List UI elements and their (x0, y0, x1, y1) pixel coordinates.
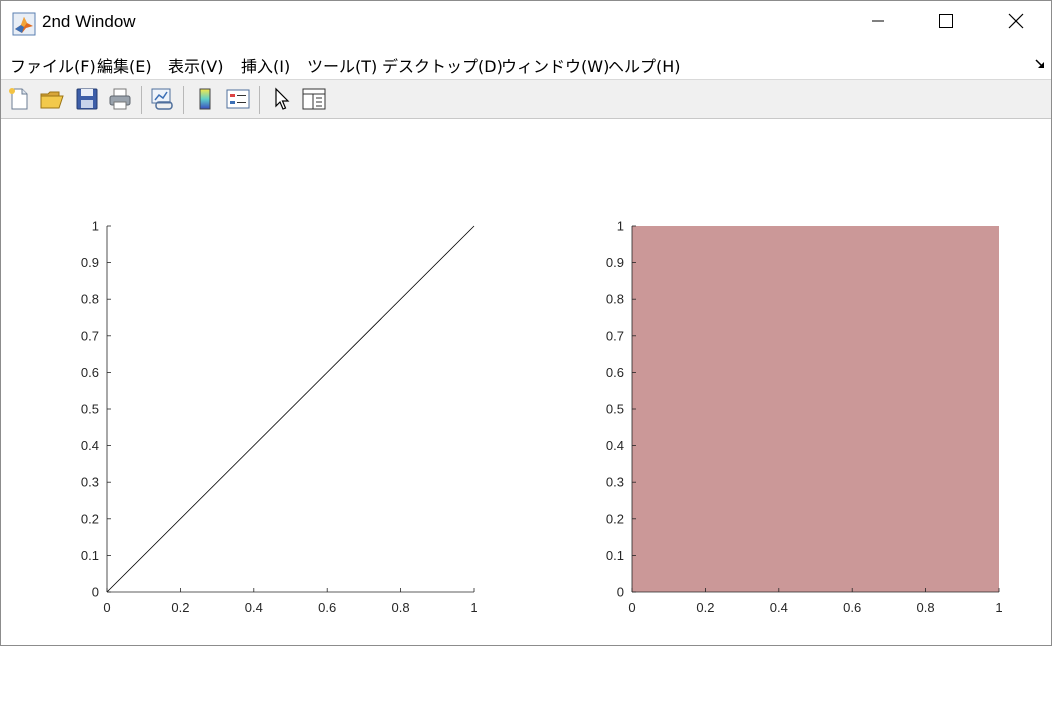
y-tick-label: 0.4 (81, 438, 99, 453)
figure-window: 2nd Window ファイル(F) 編集(E) 表示(V) 挿入(I) ツール… (0, 0, 1052, 646)
y-tick-label: 0.9 (606, 255, 624, 270)
close-icon (1007, 12, 1025, 34)
menu-help[interactable]: ヘルプ(H) (608, 53, 681, 77)
x-tick-label: 0.2 (696, 600, 714, 615)
menu-file[interactable]: ファイル(F) (10, 53, 96, 77)
menu-edit[interactable]: 編集(E) (97, 53, 152, 77)
area-series-0 (632, 226, 999, 592)
y-tick-label: 0.1 (81, 548, 99, 563)
y-tick-label: 1 (617, 219, 624, 234)
insert-legend-icon[interactable] (225, 86, 251, 112)
menu-tools[interactable]: ツール(T) (307, 53, 377, 77)
link-plot-icon[interactable] (149, 86, 175, 112)
menu-view[interactable]: 表示(V) (168, 53, 223, 77)
y-tick-label: 0.7 (606, 328, 624, 343)
window-title: 2nd Window (42, 12, 136, 31)
figure-canvas[interactable]: 0 0.2 0.4 0.6 0.8 1 0 0.1 0.2 0.3 0.4 0.5 0.6 0.7 0.8 0… (1, 119, 1051, 645)
y-tick-label: 0.8 (81, 292, 99, 307)
y-tick-label: 0.1 (606, 548, 624, 563)
toolbar-separator (141, 86, 142, 114)
menu-window[interactable]: ウィンドウ(W) (501, 53, 609, 77)
y-tick-label: 0.5 (81, 402, 99, 417)
y-tick-label: 0.3 (81, 475, 99, 490)
y-tick-label: 0.4 (606, 438, 624, 453)
close-button[interactable] (981, 1, 1051, 45)
menu-insert[interactable]: 挿入(I) (241, 53, 290, 77)
dock-arrow-icon[interactable] (1033, 56, 1047, 70)
matlab-membrane-icon (12, 12, 36, 36)
x-tick-label: 0.8 (917, 600, 935, 615)
edit-plot-pointer-icon[interactable] (269, 86, 295, 112)
x-tick-label: 0.2 (171, 600, 189, 615)
x-tick-label: 0.4 (245, 600, 263, 615)
menu-desktop[interactable]: デスクトップ(D) (382, 53, 503, 77)
y-tick-label: 0 (92, 585, 99, 600)
y-tick-label: 0.8 (606, 292, 624, 307)
menu-bar: ファイル(F) 編集(E) 表示(V) 挿入(I) ツール(T) デスクトップ(… (1, 45, 1051, 79)
axes-right[interactable]: 0 0.2 0.4 0.6 0.8 1 0 0.1 0.2 0.3 0.4 0.5 0.6 0.7 0.8 0… (526, 119, 1051, 645)
x-tick-label: 0.6 (843, 600, 861, 615)
x-tick-label: 1 (470, 600, 477, 615)
y-tick-label: 0.6 (81, 365, 99, 380)
insert-colorbar-icon[interactable] (192, 86, 218, 112)
x-tick-label: 0.8 (392, 600, 410, 615)
toolbar-separator (259, 86, 260, 114)
y-tick-label: 0.3 (606, 475, 624, 490)
print-icon[interactable] (107, 86, 133, 112)
new-figure-icon[interactable] (6, 86, 32, 112)
property-inspector-icon[interactable] (301, 86, 327, 112)
y-tick-label: 0.9 (81, 255, 99, 270)
maximize-button[interactable] (911, 1, 981, 45)
minimize-button[interactable] (843, 1, 913, 45)
y-tick-label: 0.7 (81, 328, 99, 343)
title-bar[interactable]: 2nd Window (1, 1, 1051, 45)
save-icon[interactable] (74, 86, 100, 112)
y-tick-label: 0.6 (606, 365, 624, 380)
maximize-icon (938, 13, 954, 33)
y-tick-label: 0.5 (606, 402, 624, 417)
axes-left[interactable]: 0 0.2 0.4 0.6 0.8 1 0 0.1 0.2 0.3 0.4 0.5 0.6 0.7 0.8 0… (1, 119, 526, 645)
x-tick-label: 0 (628, 600, 635, 615)
open-file-icon[interactable] (39, 86, 65, 112)
x-tick-label: 0.6 (318, 600, 336, 615)
y-tick-label: 1 (92, 219, 99, 234)
line-series-0 (106, 225, 475, 593)
figure-toolbar (1, 79, 1051, 119)
x-tick-label: 0 (103, 600, 110, 615)
y-tick-label: 0 (617, 585, 624, 600)
x-tick-label: 0.4 (770, 600, 788, 615)
minimize-icon (870, 13, 886, 33)
y-tick-label: 0.2 (81, 511, 99, 526)
y-tick-label: 0.2 (606, 511, 624, 526)
x-tick-label: 1 (995, 600, 1002, 615)
toolbar-separator (183, 86, 184, 114)
